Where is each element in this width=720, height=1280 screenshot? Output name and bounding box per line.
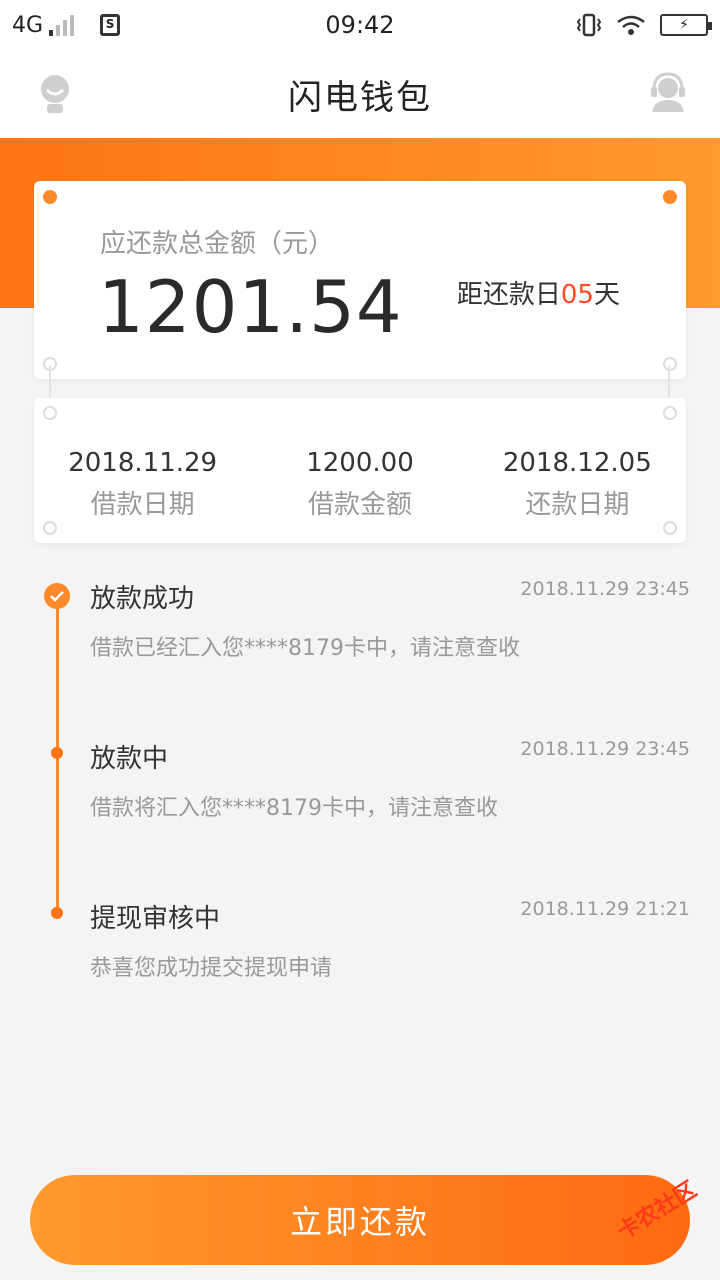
timeline-time: 2018.11.29 23:45: [520, 738, 690, 760]
customer-service-icon[interactable]: [648, 72, 688, 116]
check-icon: [44, 583, 70, 609]
card-hole: [43, 406, 57, 420]
network-type: 4G: [12, 12, 44, 38]
countdown-suffix: 天: [593, 280, 620, 310]
timeline-time: 2018.11.29 21:21: [520, 898, 690, 920]
signal-icon: [49, 14, 75, 36]
timeline-desc: 借款将汇入您****8179卡中，请注意查收: [90, 796, 498, 821]
status-time: 09:42: [325, 11, 395, 39]
card-hole: [663, 521, 677, 535]
loan-amount-value: 1200.00: [306, 448, 414, 478]
repay-date-value: 2018.12.05: [502, 448, 652, 478]
page-title: 闪电钱包: [288, 77, 432, 118]
timeline-time: 2018.11.29 23:45: [520, 578, 690, 600]
countdown-days: 05: [560, 280, 594, 310]
amount-label: 应还款总金额（元）: [100, 229, 335, 259]
timeline-title: 提现审核中: [90, 904, 221, 934]
repay-now-button[interactable]: 立即还款: [30, 1175, 690, 1265]
user-avatar-icon[interactable]: [38, 74, 72, 118]
loan-amount-label: 借款金额: [307, 490, 412, 520]
vibrate-icon: [576, 13, 602, 37]
timeline-dot: [51, 747, 63, 759]
timeline-title: 放款中: [90, 744, 169, 774]
navbar: 闪电钱包: [0, 50, 720, 138]
loan-amount: 1200.00 借款金额: [251, 448, 468, 521]
card-dot: [663, 190, 677, 204]
card-hole: [663, 357, 677, 371]
timeline-title: 放款成功: [90, 584, 195, 614]
timeline-desc: 恭喜您成功提交提现申请: [90, 956, 333, 981]
sim-icon: S: [100, 14, 121, 36]
status-bar: 4G S 09:42 ⚡: [0, 0, 720, 50]
loan-info-card: 2018.11.29 借款日期 1200.00 借款金额 2018.12.05 …: [34, 398, 686, 543]
loan-date-value: 2018.11.29: [68, 448, 218, 478]
loan-date-label: 借款日期: [90, 490, 195, 520]
card-dot: [43, 190, 57, 204]
timeline-desc: 借款已经汇入您****8179卡中，请注意查收: [90, 636, 520, 661]
repay-date-label: 还款日期: [525, 490, 630, 520]
loan-date: 2018.11.29 借款日期: [34, 448, 251, 521]
due-countdown: 距还款日05天: [457, 274, 620, 311]
repay-date: 2018.12.05 还款日期: [469, 448, 686, 521]
battery-icon: ⚡: [660, 14, 712, 36]
card-hole: [43, 521, 57, 535]
timeline-dot: [51, 907, 63, 919]
repayment-summary-card: 应还款总金额（元） 1201.54 距还款日05天: [34, 181, 686, 379]
card-hole: [663, 406, 677, 420]
countdown-prefix: 距还款日: [456, 280, 561, 310]
wifi-icon: [617, 15, 645, 35]
total-amount: 1201.54: [98, 265, 403, 349]
